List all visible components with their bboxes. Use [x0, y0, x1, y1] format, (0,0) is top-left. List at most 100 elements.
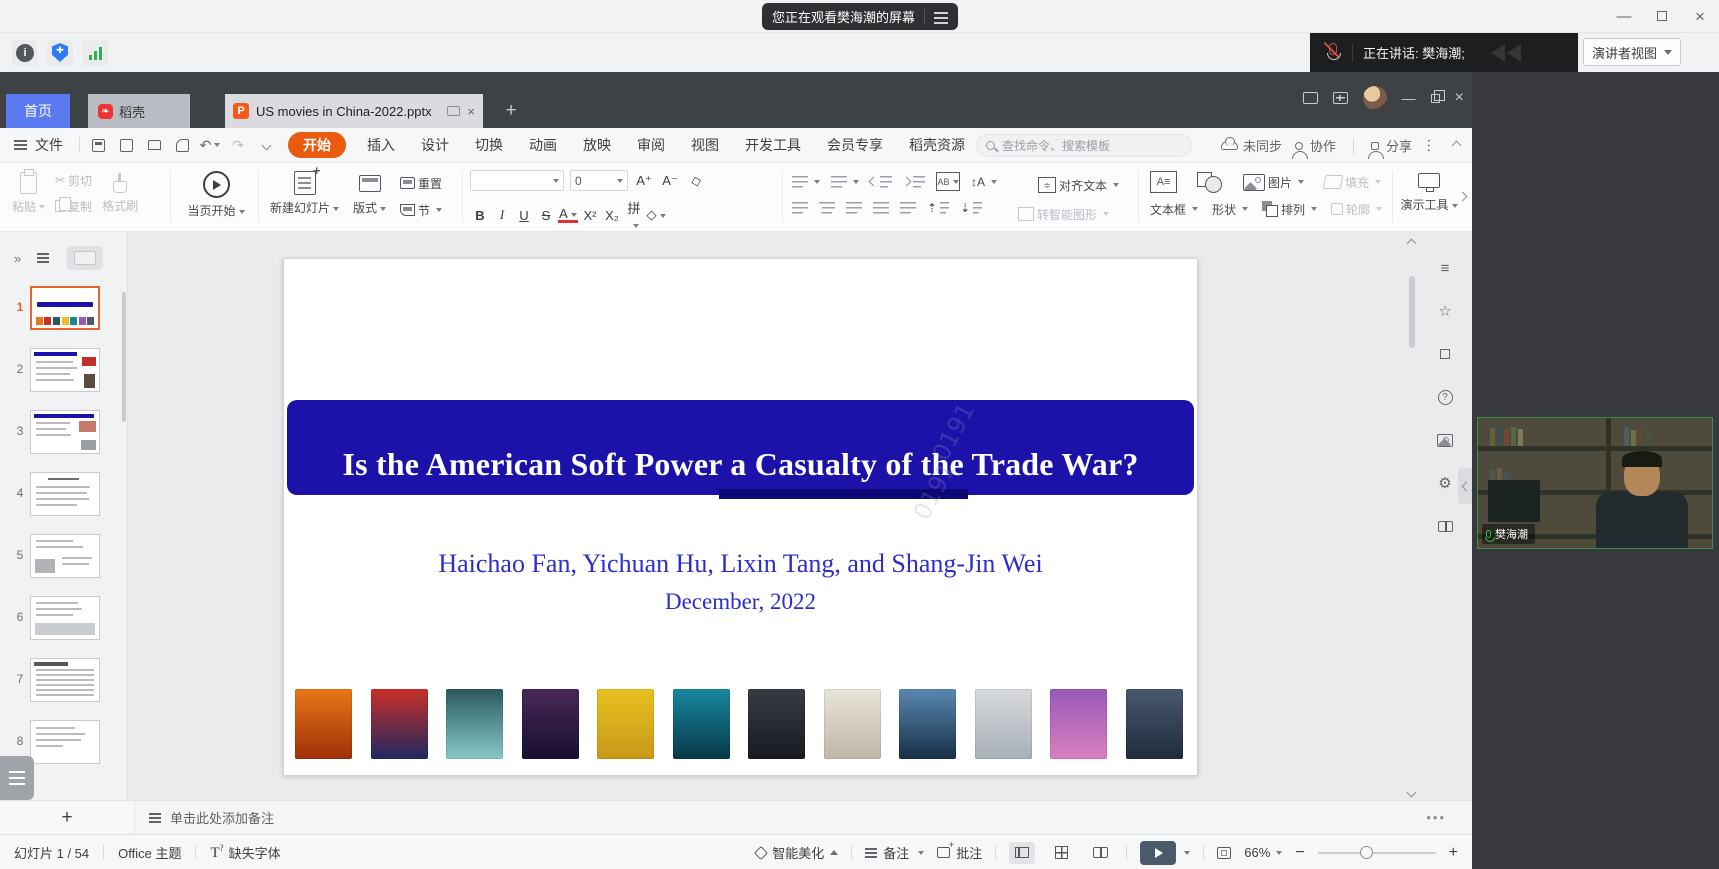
- subscript-button[interactable]: X₂: [602, 208, 622, 223]
- align-left-button[interactable]: [792, 202, 808, 214]
- network-quality-button[interactable]: [82, 40, 108, 66]
- missing-font-button[interactable]: T? 缺失字体: [210, 843, 280, 862]
- movie-poster[interactable]: [522, 689, 579, 759]
- slide-thumbnail-4[interactable]: 4: [10, 472, 127, 518]
- zoom-level-button[interactable]: 66%: [1244, 845, 1282, 860]
- shapes-button[interactable]: 形状: [1212, 200, 1248, 218]
- align-center-button[interactable]: [819, 202, 835, 214]
- slide-date-text[interactable]: December, 2022: [284, 589, 1197, 615]
- movie-poster[interactable]: [673, 689, 730, 759]
- thumbnail-scrollbar[interactable]: [122, 292, 126, 422]
- phonetic-guide-button[interactable]: 拼: [624, 198, 644, 232]
- new-slide-button[interactable]: 新建幻灯片: [270, 171, 339, 216]
- close-button[interactable]: ×: [1681, 7, 1719, 27]
- menu-item-docer-resources[interactable]: 稻壳资源: [896, 128, 978, 163]
- numbering-button[interactable]: [831, 173, 859, 191]
- highlight-color-button[interactable]: ◇: [646, 207, 666, 223]
- line-spacing-button[interactable]: ↕A: [971, 173, 997, 191]
- menu-item-transition[interactable]: 切换: [462, 128, 516, 163]
- outline-button[interactable]: 轮廓: [1331, 200, 1382, 218]
- reset-button[interactable]: 重置: [400, 174, 442, 192]
- slide-view-button[interactable]: [67, 246, 103, 270]
- notes-toggle-button[interactable]: 备注: [865, 843, 924, 862]
- underline-button[interactable]: U: [514, 208, 534, 223]
- movie-poster[interactable]: [446, 689, 503, 759]
- row-spacing-up-button[interactable]: ⇡: [927, 199, 949, 217]
- tab-docer[interactable]: ❧ 稻壳: [88, 94, 190, 128]
- movie-poster[interactable]: [899, 689, 956, 759]
- zoom-slider-handle[interactable]: [1360, 846, 1373, 859]
- zoom-in-button[interactable]: +: [1449, 844, 1458, 862]
- share-button[interactable]: 分享: [1371, 136, 1412, 155]
- export-pane-icon[interactable]: [1435, 344, 1455, 364]
- notes-more-button[interactable]: •••: [1426, 810, 1446, 825]
- tab-home[interactable]: 首页: [6, 94, 70, 128]
- zoom-slider[interactable]: [1318, 852, 1436, 854]
- more-commands-button[interactable]: [254, 134, 278, 156]
- increase-font-button[interactable]: A⁺: [634, 173, 654, 189]
- wps-close-button[interactable]: ×: [1455, 89, 1464, 107]
- layout-button[interactable]: 版式: [353, 171, 386, 216]
- tab-document[interactable]: P US movies in China-2022.pptx ×: [225, 94, 483, 128]
- comment-button[interactable]: 批注: [937, 843, 982, 862]
- menu-item-devtools[interactable]: 开发工具: [732, 128, 814, 163]
- reference-book-icon[interactable]: [1435, 516, 1455, 536]
- movie-poster[interactable]: [295, 689, 352, 759]
- menu-item-home[interactable]: 开始: [288, 132, 346, 158]
- movie-poster[interactable]: [748, 689, 805, 759]
- slide-thumbnail-2[interactable]: 2: [10, 348, 127, 394]
- bullets-button[interactable]: [792, 173, 820, 191]
- superscript-button[interactable]: X²: [580, 208, 600, 223]
- cut-button[interactable]: ✂ 剪切: [55, 171, 92, 189]
- movie-poster[interactable]: [371, 689, 428, 759]
- paste-button[interactable]: 粘贴: [12, 172, 45, 215]
- text-box-button[interactable]: 文本框: [1150, 200, 1198, 218]
- clear-format-button[interactable]: ◇: [684, 170, 707, 191]
- minimize-button[interactable]: —: [1605, 8, 1643, 25]
- arrange-button[interactable]: 排列: [1262, 200, 1317, 218]
- print-button[interactable]: [142, 134, 166, 156]
- slide-thumbnail-6[interactable]: 6: [10, 596, 127, 642]
- movie-poster[interactable]: [975, 689, 1032, 759]
- help-icon[interactable]: ?: [1435, 387, 1455, 407]
- distribute-button[interactable]: [900, 202, 916, 214]
- sync-status-button[interactable]: 未同步: [1221, 136, 1282, 155]
- fit-to-window-button[interactable]: [1217, 847, 1231, 859]
- movie-poster[interactable]: [597, 689, 654, 759]
- share-banner-menu-icon[interactable]: [934, 12, 948, 14]
- undo-button[interactable]: ↶: [198, 134, 222, 156]
- expand-panel-button[interactable]: »: [14, 251, 19, 266]
- multi-page-view-icon[interactable]: [1333, 92, 1348, 104]
- reading-view-button[interactable]: [1087, 842, 1113, 864]
- new-tab-button[interactable]: +: [496, 94, 526, 128]
- meeting-info-button[interactable]: i: [12, 40, 38, 66]
- command-search-input[interactable]: 查找命令、搜索模板: [976, 134, 1192, 157]
- menu-item-member[interactable]: 会员专享: [814, 128, 896, 163]
- properties-icon[interactable]: ≡: [1435, 258, 1455, 278]
- scroll-down-icon[interactable]: [1407, 788, 1417, 798]
- collapse-pane-tab[interactable]: [1458, 468, 1472, 504]
- section-button[interactable]: 节: [400, 201, 442, 219]
- menu-item-insert[interactable]: 插入: [354, 128, 408, 163]
- strikethrough-button[interactable]: S: [536, 208, 556, 223]
- menu-item-review[interactable]: 审阅: [624, 128, 678, 163]
- decrease-indent-button[interactable]: [870, 173, 892, 191]
- slide-thumbnail-7[interactable]: 7: [10, 658, 127, 704]
- convert-smartart-button[interactable]: 转智能图形: [1018, 205, 1109, 223]
- normal-view-button[interactable]: [1009, 842, 1035, 864]
- user-avatar[interactable]: [1363, 86, 1387, 110]
- movie-poster[interactable]: [824, 689, 881, 759]
- scrollbar-thumb[interactable]: [1409, 276, 1415, 348]
- format-painter-button[interactable]: 格式刷: [102, 173, 138, 214]
- slide-title-text[interactable]: Is the American Soft Power a Casualty of…: [287, 446, 1194, 483]
- decrease-font-button[interactable]: A⁻: [660, 173, 680, 189]
- slide-canvas[interactable]: 0191 Is the American Soft Power a Casual…: [283, 258, 1198, 776]
- copy-button[interactable]: 复制: [55, 197, 92, 215]
- webcam-video[interactable]: 樊海潮: [1477, 417, 1713, 549]
- slide-thumbnail-1[interactable]: 1: [10, 286, 127, 332]
- menu-item-slideshow[interactable]: 放映: [570, 128, 624, 163]
- notes-list-float-button[interactable]: [0, 756, 34, 800]
- restore-button[interactable]: [1643, 8, 1681, 25]
- slide-thumbnail-3[interactable]: 3: [10, 410, 127, 456]
- image-tool-icon[interactable]: [1435, 430, 1455, 450]
